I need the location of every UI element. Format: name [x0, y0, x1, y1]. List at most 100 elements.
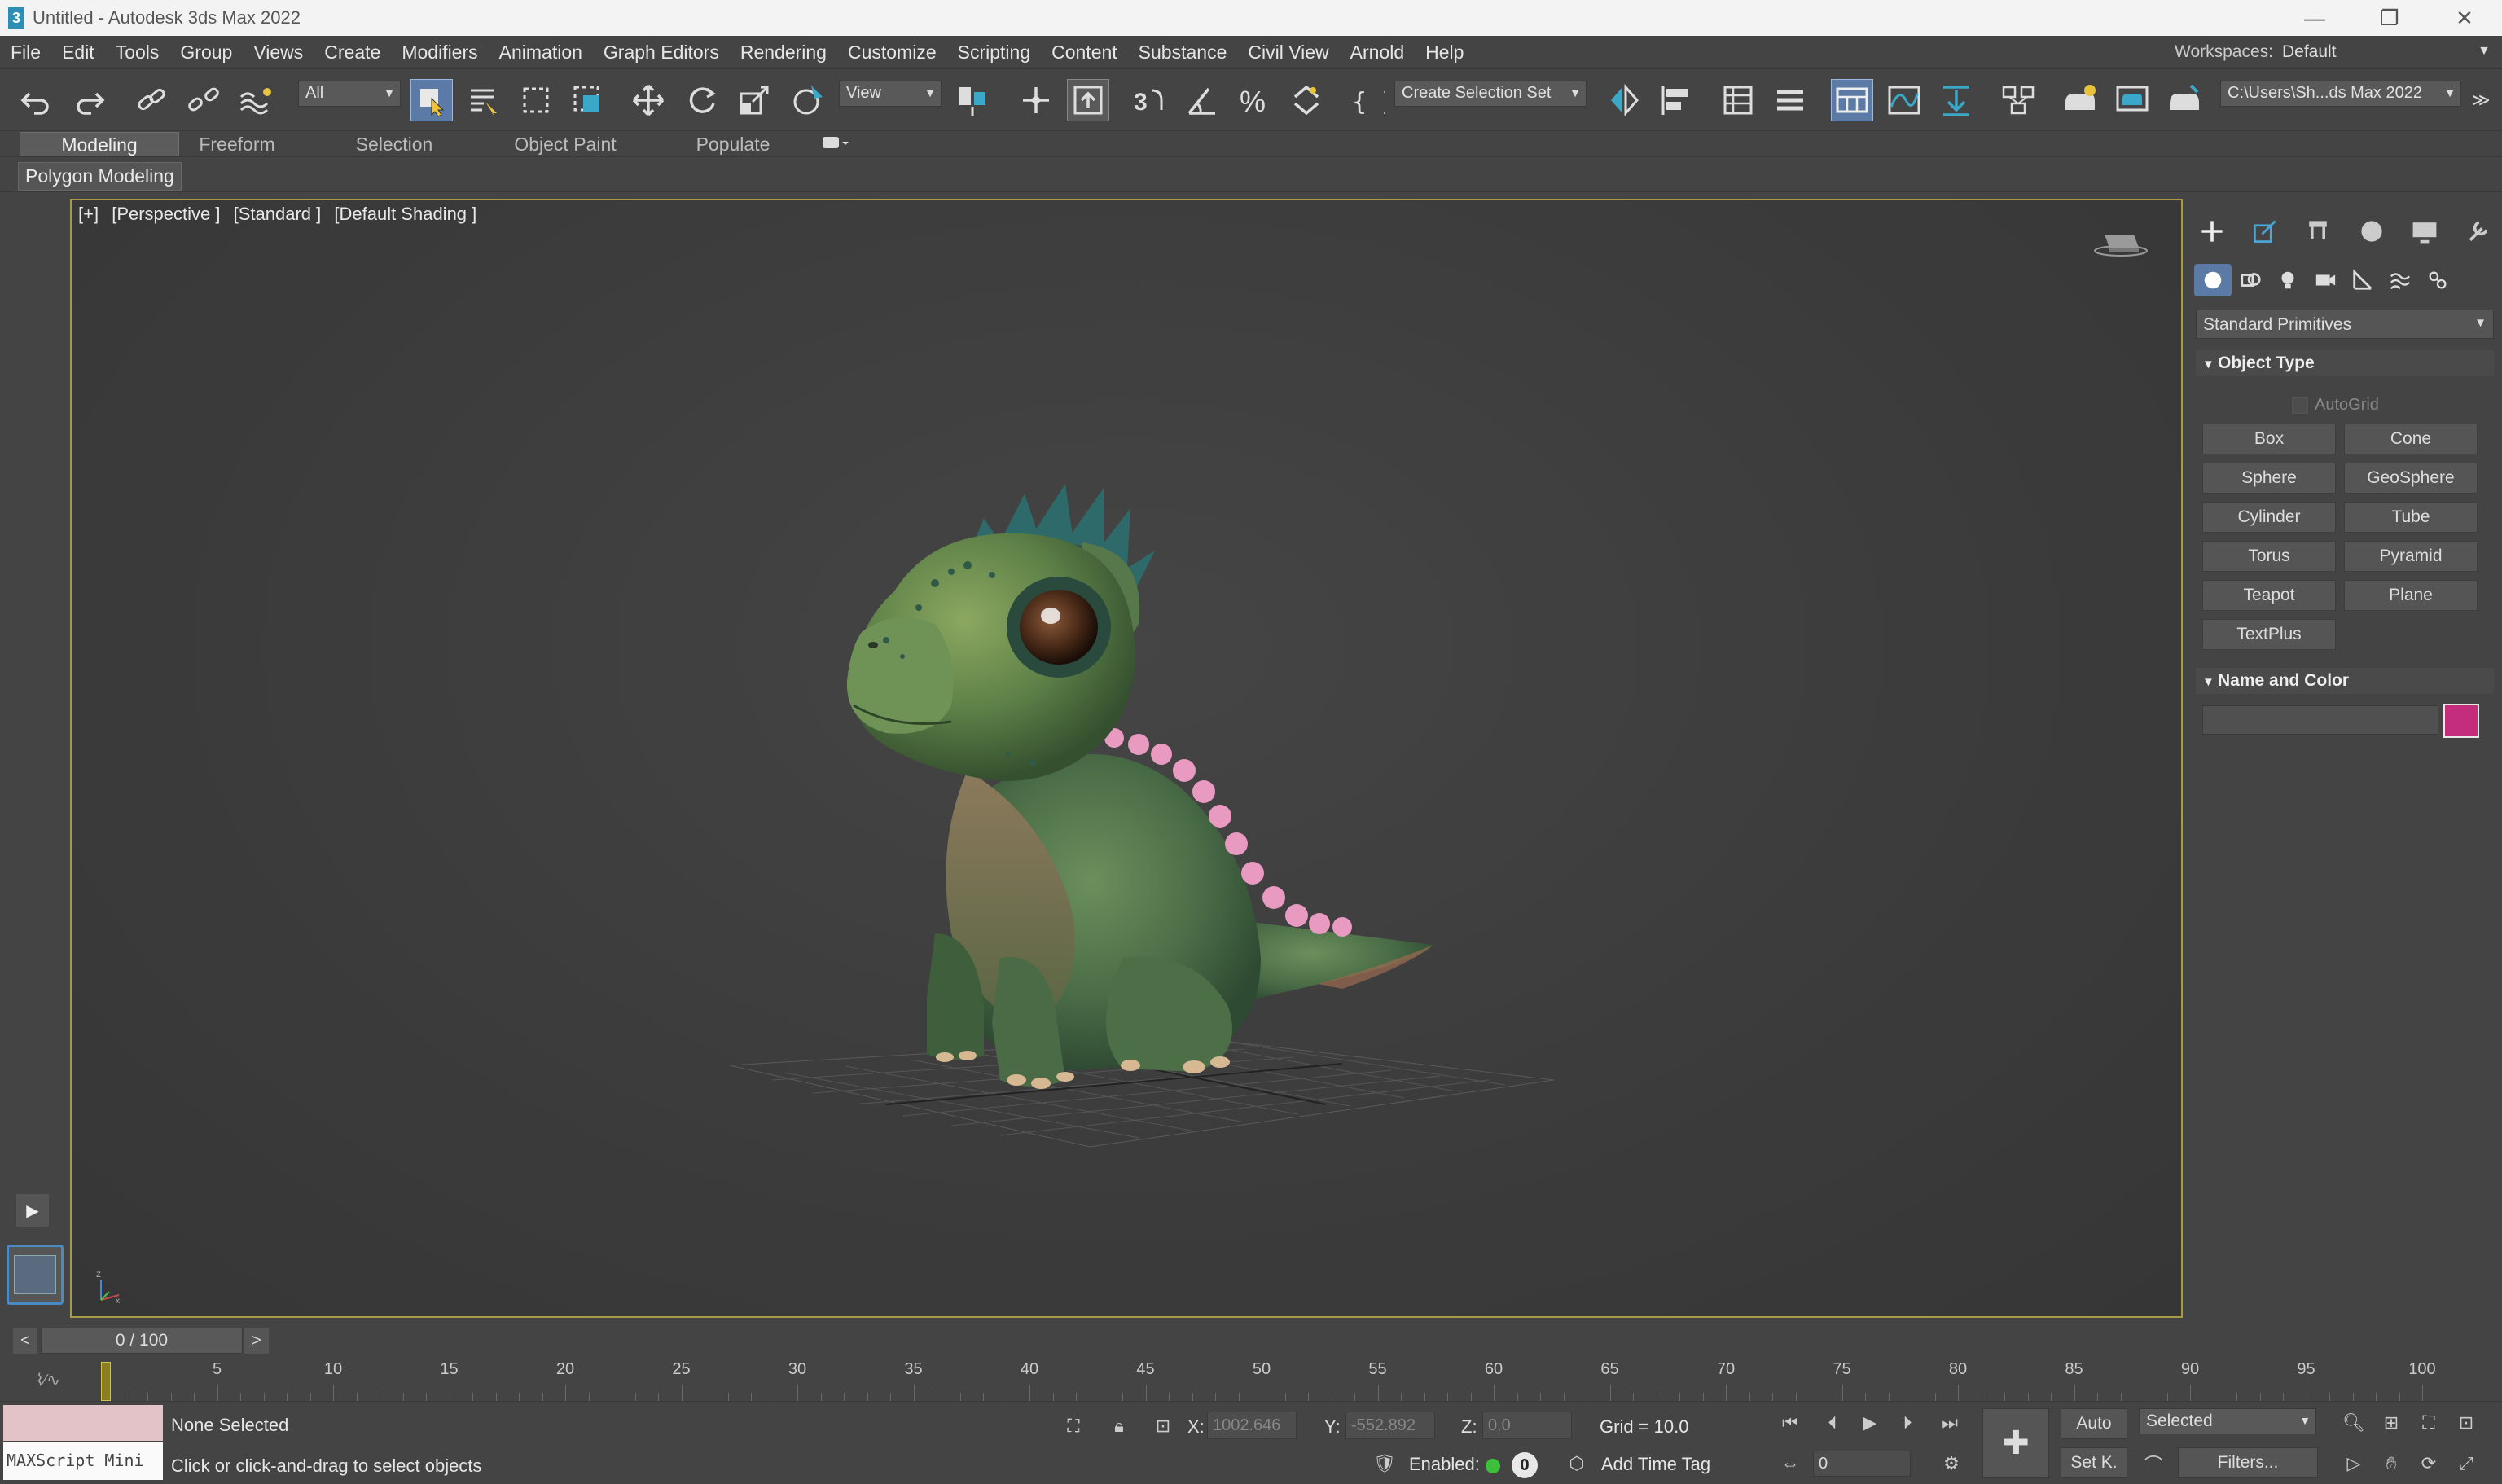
rendered-frame-window-icon[interactable]	[2111, 79, 2153, 121]
move-icon[interactable]	[627, 79, 669, 121]
next-frame-icon[interactable]: ⏵︎	[1893, 1408, 1922, 1438]
minimize-button[interactable]: —	[2277, 0, 2352, 36]
add-time-tag[interactable]: Add Time Tag	[1601, 1454, 1710, 1475]
selection-lock-icon[interactable]: 🔒︎	[1104, 1412, 1134, 1441]
percent-snap-icon[interactable]: %	[1233, 79, 1275, 121]
render-setup-icon[interactable]	[2059, 79, 2101, 121]
scale-icon[interactable]	[733, 79, 775, 121]
box-button[interactable]: Box	[2202, 424, 2336, 454]
unlink-icon[interactable]	[182, 79, 225, 121]
zoom-extents-all-icon[interactable]: ⊡	[2452, 1408, 2481, 1438]
reference-coordinate-dropdown[interactable]: View	[839, 81, 942, 107]
perspective-viewport[interactable]: [+] [Perspective ] [Standard ] [Default …	[70, 199, 2183, 1318]
helpers-icon[interactable]	[2344, 264, 2381, 296]
object-type-rollout[interactable]: Object Type	[2196, 350, 2494, 376]
adaptive-degradation-icon[interactable]: 🛡︎	[1370, 1449, 1399, 1478]
tube-button[interactable]: Tube	[2344, 502, 2478, 533]
menu-help[interactable]: Help	[1415, 42, 1474, 64]
select-by-name-icon[interactable]	[463, 79, 505, 121]
cone-button[interactable]: Cone	[2344, 424, 2478, 454]
display-tab-icon[interactable]	[2407, 215, 2443, 248]
z-coord-field[interactable]: 0.0	[1482, 1412, 1572, 1439]
menu-content[interactable]: Content	[1041, 42, 1128, 64]
tab-freeform[interactable]: Freeform	[184, 132, 290, 156]
keyboard-shortcut-override-icon[interactable]	[1067, 79, 1109, 121]
curve-editor-icon[interactable]	[1883, 79, 1925, 121]
menu-rendering[interactable]: Rendering	[730, 42, 837, 64]
tab-object-paint[interactable]: Object Paint	[502, 132, 629, 156]
menu-arnold[interactable]: Arnold	[1340, 42, 1415, 64]
layer-explorer-icon[interactable]	[1769, 79, 1811, 121]
isolate-selection-icon[interactable]: ⛶	[1059, 1412, 1088, 1441]
orbit-icon[interactable]: ⟳	[2414, 1449, 2443, 1478]
pyramid-button[interactable]: Pyramid	[2344, 541, 2478, 572]
workspaces-dropdown[interactable]: Default	[2276, 39, 2495, 65]
set-key-big-icon[interactable]: ✚	[1982, 1408, 2049, 1478]
time-configuration-icon[interactable]: ⚙	[1937, 1449, 1966, 1478]
time-slider-prev-button[interactable]: <	[13, 1328, 37, 1354]
menu-modifiers[interactable]: Modifiers	[391, 42, 488, 64]
geosphere-button[interactable]: GeoSphere	[2344, 463, 2478, 494]
set-key-button[interactable]: Set K.	[2061, 1447, 2127, 1478]
tab-populate[interactable]: Populate	[684, 132, 782, 156]
maxscript-listener-output[interactable]	[3, 1405, 163, 1441]
snaps-toggle-icon[interactable]: 3	[1127, 79, 1170, 121]
menu-views[interactable]: Views	[243, 42, 314, 64]
angle-snap-icon[interactable]	[1181, 79, 1223, 121]
current-frame-field[interactable]: 0	[1813, 1451, 1911, 1477]
play-icon[interactable]: ▶	[1855, 1408, 1885, 1438]
sphere-button[interactable]: Sphere	[2202, 463, 2336, 494]
menu-animation[interactable]: Animation	[489, 42, 593, 64]
ribbon-options-icon[interactable]	[819, 132, 852, 156]
mirror-icon[interactable]	[1603, 79, 1645, 121]
rectangular-selection-icon[interactable]	[515, 79, 557, 121]
object-category-dropdown[interactable]: Standard Primitives	[2196, 310, 2494, 339]
systems-icon[interactable]	[2419, 264, 2456, 296]
polygon-modeling-panel[interactable]: Polygon Modeling	[18, 162, 182, 191]
tab-modeling[interactable]: Modeling	[20, 132, 179, 156]
pan-view-icon[interactable]: ✋︎	[2377, 1449, 2406, 1478]
undo-icon[interactable]	[15, 79, 57, 121]
scene-explorer-icon[interactable]	[1717, 79, 1759, 121]
link-icon[interactable]	[130, 79, 173, 121]
menu-create[interactable]: Create	[314, 42, 391, 64]
bind-space-warp-icon[interactable]	[235, 79, 277, 121]
spinner-snap-icon[interactable]	[1285, 79, 1328, 121]
close-button[interactable]: ✕	[2427, 0, 2502, 36]
cylinder-button[interactable]: Cylinder	[2202, 502, 2336, 533]
named-selection-dropdown[interactable]: Create Selection Set	[1394, 81, 1587, 107]
x-coord-field[interactable]: 1002.646	[1207, 1412, 1297, 1439]
select-object-icon[interactable]	[410, 79, 453, 121]
lights-icon[interactable]	[2269, 264, 2307, 296]
time-slider-handle[interactable]: 0 / 100	[41, 1328, 243, 1354]
go-to-end-icon[interactable]: ⏭︎	[1935, 1408, 1964, 1438]
menu-scripting[interactable]: Scripting	[947, 42, 1041, 64]
field-of-view-icon[interactable]: ▷	[2339, 1449, 2368, 1478]
key-tangents-icon[interactable]: ⌒	[2139, 1449, 2168, 1478]
utilities-tab-icon[interactable]	[2460, 215, 2495, 248]
object-name-field[interactable]	[2202, 705, 2438, 735]
toolbar-overflow-icon[interactable]: ≫	[2465, 79, 2497, 121]
align-icon[interactable]	[1655, 79, 1697, 121]
name-and-color-rollout[interactable]: Name and Color	[2196, 668, 2494, 694]
trackbar-ruler[interactable]: 5 10 15 20 25 30 35 40 45 50 55 60 65 70 75 80 85 90 95 100	[101, 1359, 2436, 1401]
enabled-count-badge[interactable]: 0	[1512, 1452, 1538, 1478]
project-folder-dropdown[interactable]: C:\Users\Sh...ds Max 2022	[2220, 81, 2461, 107]
zoom-icon[interactable]: 🔍︎	[2339, 1408, 2368, 1438]
current-frame-marker[interactable]	[101, 1362, 111, 1401]
zoom-all-icon[interactable]: ⊞	[2377, 1408, 2406, 1438]
motion-tab-icon[interactable]	[2354, 215, 2390, 248]
textplus-button[interactable]: TextPlus	[2202, 619, 2336, 650]
menu-file[interactable]: File	[0, 42, 51, 64]
space-warps-icon[interactable]	[2381, 264, 2419, 296]
menu-tools[interactable]: Tools	[105, 42, 170, 64]
previous-frame-icon[interactable]: ⏴︎	[1818, 1408, 1847, 1438]
time-slider-next-button[interactable]: >	[244, 1328, 269, 1354]
schematic-view-icon[interactable]	[1935, 79, 1977, 121]
menu-graph-editors[interactable]: Graph Editors	[593, 42, 730, 64]
trackbar[interactable]: ⌇∕∿ 5 10 15 20 25 30 35 40 45 50 55 60 65 70 75 80 85 90 9…	[0, 1359, 2502, 1401]
edit-named-selection-icon[interactable]: { }	[1345, 79, 1388, 121]
rotate-icon[interactable]	[681, 79, 723, 121]
viewport-layout-thumbnail[interactable]	[7, 1245, 64, 1305]
zoom-extents-icon[interactable]: ⛶	[2414, 1408, 2443, 1438]
